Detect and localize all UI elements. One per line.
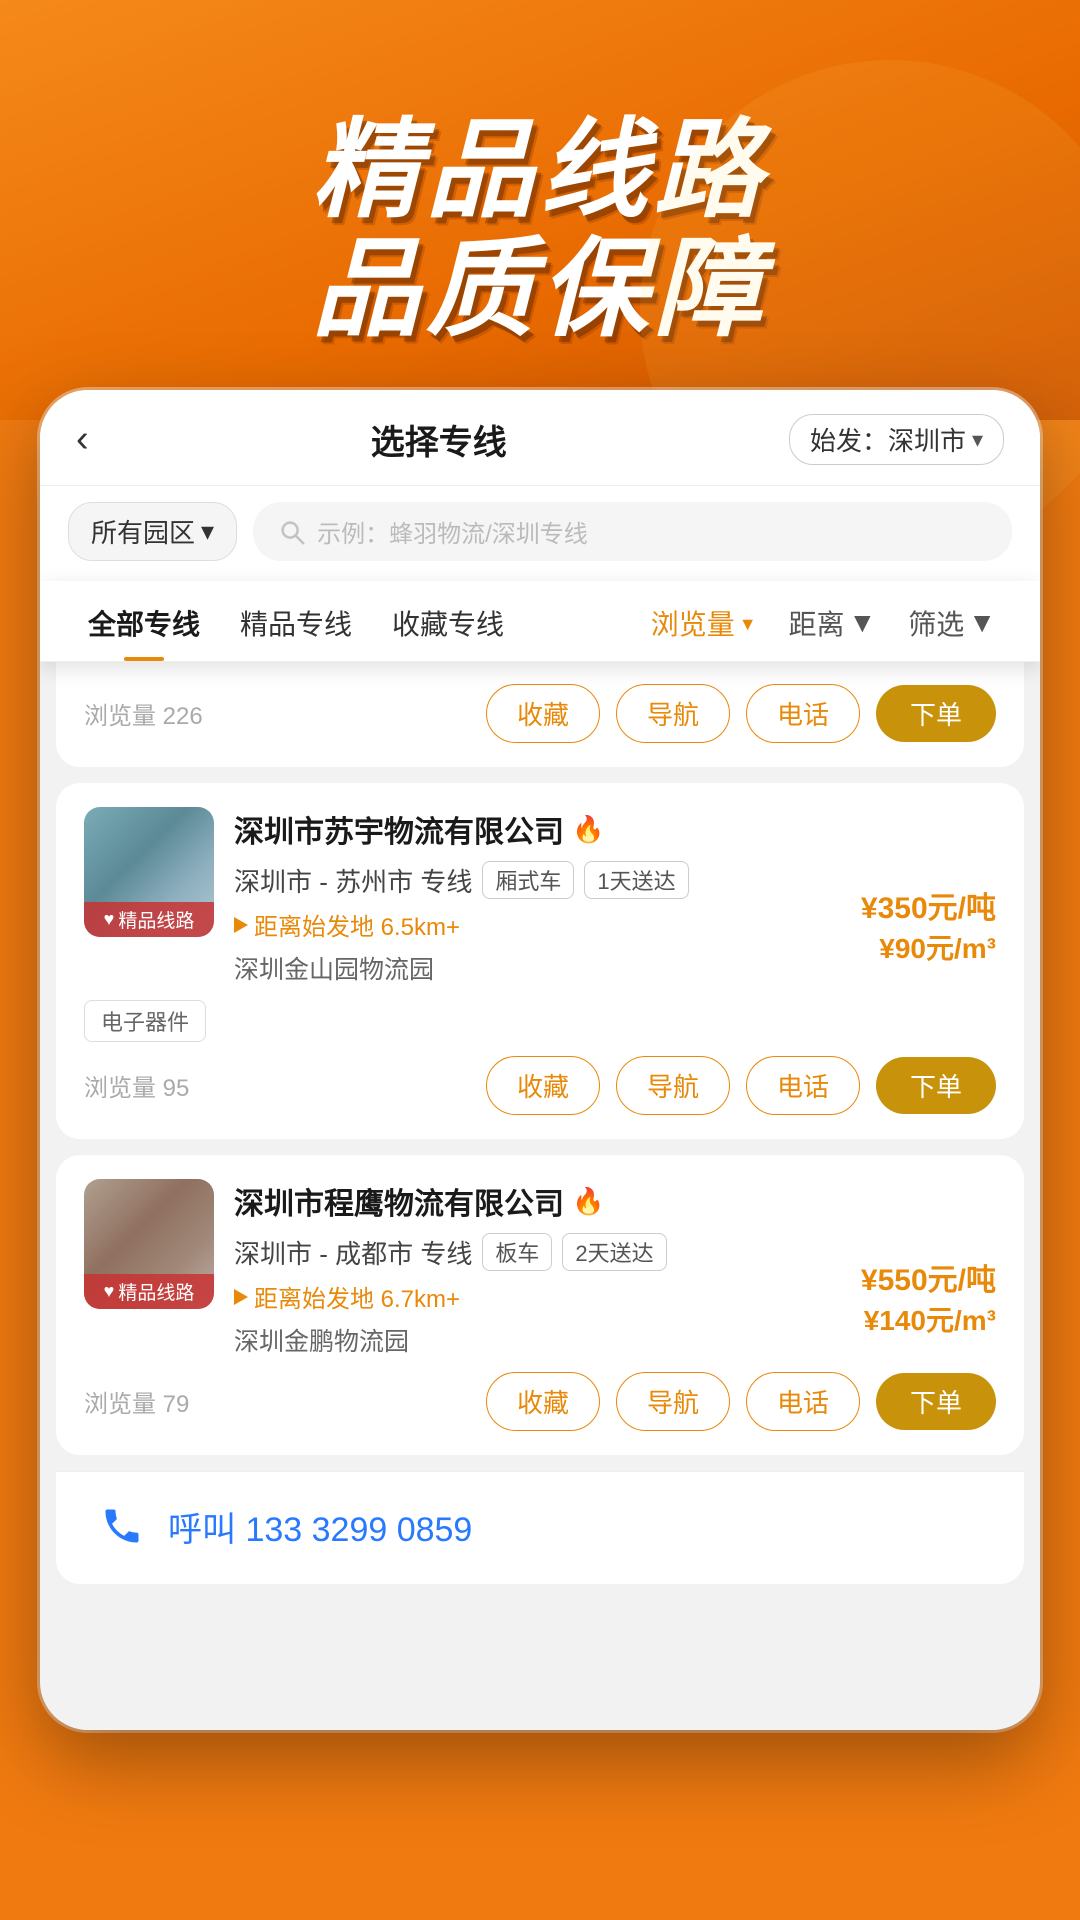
card-1-header: ♥ 精品线路 深圳市苏宇物流有限公司 🔥 深圳市 - [84, 807, 996, 986]
badge-label: 始发：深圳市 [810, 421, 966, 458]
topbar: ‹ 选择专线 始发：深圳市 ▾ [40, 390, 1040, 486]
sort-views-icon: ▼ [739, 614, 757, 635]
card-1-phone-button[interactable]: 电话 [746, 1056, 860, 1115]
card-2-price-ton: ¥550元/吨 [861, 1255, 996, 1299]
district-select[interactable]: 所有园区 ▾ [68, 502, 237, 561]
card-1-price-ton: ¥350元/吨 [861, 883, 996, 927]
filter-icon: ▼ [968, 607, 996, 639]
filter-label: 筛选 [908, 603, 964, 643]
card-2-image: ♥ 精品线路 [84, 1179, 214, 1309]
search-placeholder: 示例：蜂羽物流/深圳专线 [317, 514, 588, 549]
sort-by-distance[interactable]: 距离 ▼ [773, 581, 893, 661]
fire-icon-1: 🔥 [572, 814, 604, 845]
card-2-badge: ♥ 精品线路 [84, 1274, 214, 1309]
filter-button[interactable]: 筛选 ▼ [892, 581, 1012, 661]
card-2-save-button[interactable]: 收藏 [486, 1372, 600, 1431]
card-1-price: ¥350元/吨 ¥90元/m³ [861, 883, 996, 967]
card-1-price-m3: ¥90元/m³ [861, 927, 996, 967]
tab-saved-routes[interactable]: 收藏专线 [372, 581, 524, 661]
bottom-bar: 呼叫 133 3299 0859 [56, 1471, 1024, 1584]
card-1-tag-delivery: 1天送达 [584, 861, 688, 899]
sort-distance-label: 距离 [789, 603, 845, 643]
card-2-nav-button[interactable]: 导航 [616, 1372, 730, 1431]
nav-arrow-icon-1 [234, 917, 248, 933]
heart-icon: ♥ [104, 909, 115, 930]
sort-distance-icon: ▼ [849, 607, 877, 639]
card-1: ♥ 精品线路 深圳市苏宇物流有限公司 🔥 深圳市 - [56, 783, 1024, 1139]
phone-wrapper: ‹ 选择专线 始发：深圳市 ▾ 所有园区 ▾ 示例：蜂羽物流/深圳专线 [0, 390, 1080, 1730]
fire-icon-2: 🔥 [572, 1186, 604, 1217]
partial-card-footer: 浏览量 226 收藏 导航 电话 下单 [84, 684, 996, 743]
topbar-title: 选择专线 [371, 415, 507, 464]
sort-views-label: 浏览量 [651, 603, 735, 643]
card-1-badge: ♥ 精品线路 [84, 902, 214, 937]
card-1-tag-vehicle: 厢式车 [482, 861, 574, 899]
partial-order-button[interactable]: 下单 [876, 685, 996, 742]
card-2-company: 深圳市程鹰物流有限公司 🔥 [234, 1179, 996, 1223]
district-label: 所有园区 [91, 513, 195, 550]
hero-title-1: 精品线路 [312, 111, 768, 230]
list-area: 浏览量 226 收藏 导航 电话 下单 ♥ 精品线 [40, 662, 1040, 1455]
card-1-goods-tags: 电子器件 [84, 1000, 996, 1042]
card-1-route-text: 深圳市 - 苏州市 专线 [234, 862, 472, 899]
card-1-image: ♥ 精品线路 [84, 807, 214, 937]
card-2-route-text: 深圳市 - 成都市 专线 [234, 1234, 472, 1271]
heart-icon-2: ♥ [104, 1281, 115, 1302]
call-number[interactable]: 呼叫 133 3299 0859 [168, 1502, 472, 1551]
search-icon [277, 517, 307, 547]
card-2-header: ♥ 精品线路 深圳市程鹰物流有限公司 🔥 深圳市 - [84, 1179, 996, 1358]
card-1-view-count: 浏览量 95 [84, 1068, 189, 1103]
hero-title-2: 品质保障 [312, 230, 768, 349]
nav-arrow-icon-2 [234, 1289, 248, 1305]
card-1-company: 深圳市苏宇物流有限公司 🔥 [234, 807, 996, 851]
card-1-action-btns: 收藏 导航 电话 下单 [486, 1056, 996, 1115]
card-2-view-count: 浏览量 79 [84, 1384, 189, 1419]
search-input-box[interactable]: 示例：蜂羽物流/深圳专线 [253, 502, 1012, 561]
partial-nav-button[interactable]: 导航 [616, 684, 730, 743]
card-2: ♥ 精品线路 深圳市程鹰物流有限公司 🔥 深圳市 - [56, 1155, 1024, 1455]
phone-screen: ‹ 选择专线 始发：深圳市 ▾ 所有园区 ▾ 示例：蜂羽物流/深圳专线 [40, 390, 1040, 1730]
card-2-price: ¥550元/吨 ¥140元/m³ [861, 1255, 996, 1339]
tab-premium-routes[interactable]: 精品专线 [220, 581, 372, 661]
card-1-goods-tag: 电子器件 [84, 1000, 206, 1042]
card-2-tag-vehicle: 板车 [482, 1233, 552, 1271]
origin-city-badge[interactable]: 始发：深圳市 ▾ [789, 414, 1004, 465]
card-2-action-btns: 收藏 导航 电话 下单 [486, 1372, 996, 1431]
district-chevron-icon: ▾ [201, 516, 214, 547]
card-2-badge-label: 精品线路 [118, 1278, 194, 1305]
card-2-phone-button[interactable]: 电话 [746, 1372, 860, 1431]
card-1-badge-label: 精品线路 [118, 906, 194, 933]
partial-save-button[interactable]: 收藏 [486, 684, 600, 743]
tab-all-routes[interactable]: 全部专线 [68, 581, 220, 661]
partial-action-btns: 收藏 导航 电话 下单 [486, 684, 996, 743]
partial-phone-button[interactable]: 电话 [746, 684, 860, 743]
card-1-order-button[interactable]: 下单 [876, 1057, 996, 1114]
call-icon [96, 1500, 148, 1552]
card-2-price-m3: ¥140元/m³ [861, 1299, 996, 1339]
card-2-footer: 浏览量 79 收藏 导航 电话 下单 [84, 1372, 996, 1431]
card-1-nav-button[interactable]: 导航 [616, 1056, 730, 1115]
card-1-save-button[interactable]: 收藏 [486, 1056, 600, 1115]
search-row: 所有园区 ▾ 示例：蜂羽物流/深圳专线 [40, 486, 1040, 581]
partial-view-count: 浏览量 226 [84, 696, 203, 731]
card-2-order-button[interactable]: 下单 [876, 1373, 996, 1430]
card-1-footer: 浏览量 95 收藏 导航 电话 下单 [84, 1056, 996, 1115]
chevron-down-icon: ▾ [972, 427, 983, 453]
card-2-tag-delivery: 2天送达 [562, 1233, 666, 1271]
hero-section: 精品线路 品质保障 [0, 0, 1080, 420]
back-button[interactable]: ‹ [76, 418, 89, 461]
sort-by-views[interactable]: 浏览量 ▼ [635, 581, 773, 661]
card-partial: 浏览量 226 收藏 导航 电话 下单 [56, 662, 1024, 767]
tabs-row: 全部专线 精品专线 收藏专线 浏览量 ▼ 距离 ▼ 筛选 ▼ [40, 581, 1040, 662]
